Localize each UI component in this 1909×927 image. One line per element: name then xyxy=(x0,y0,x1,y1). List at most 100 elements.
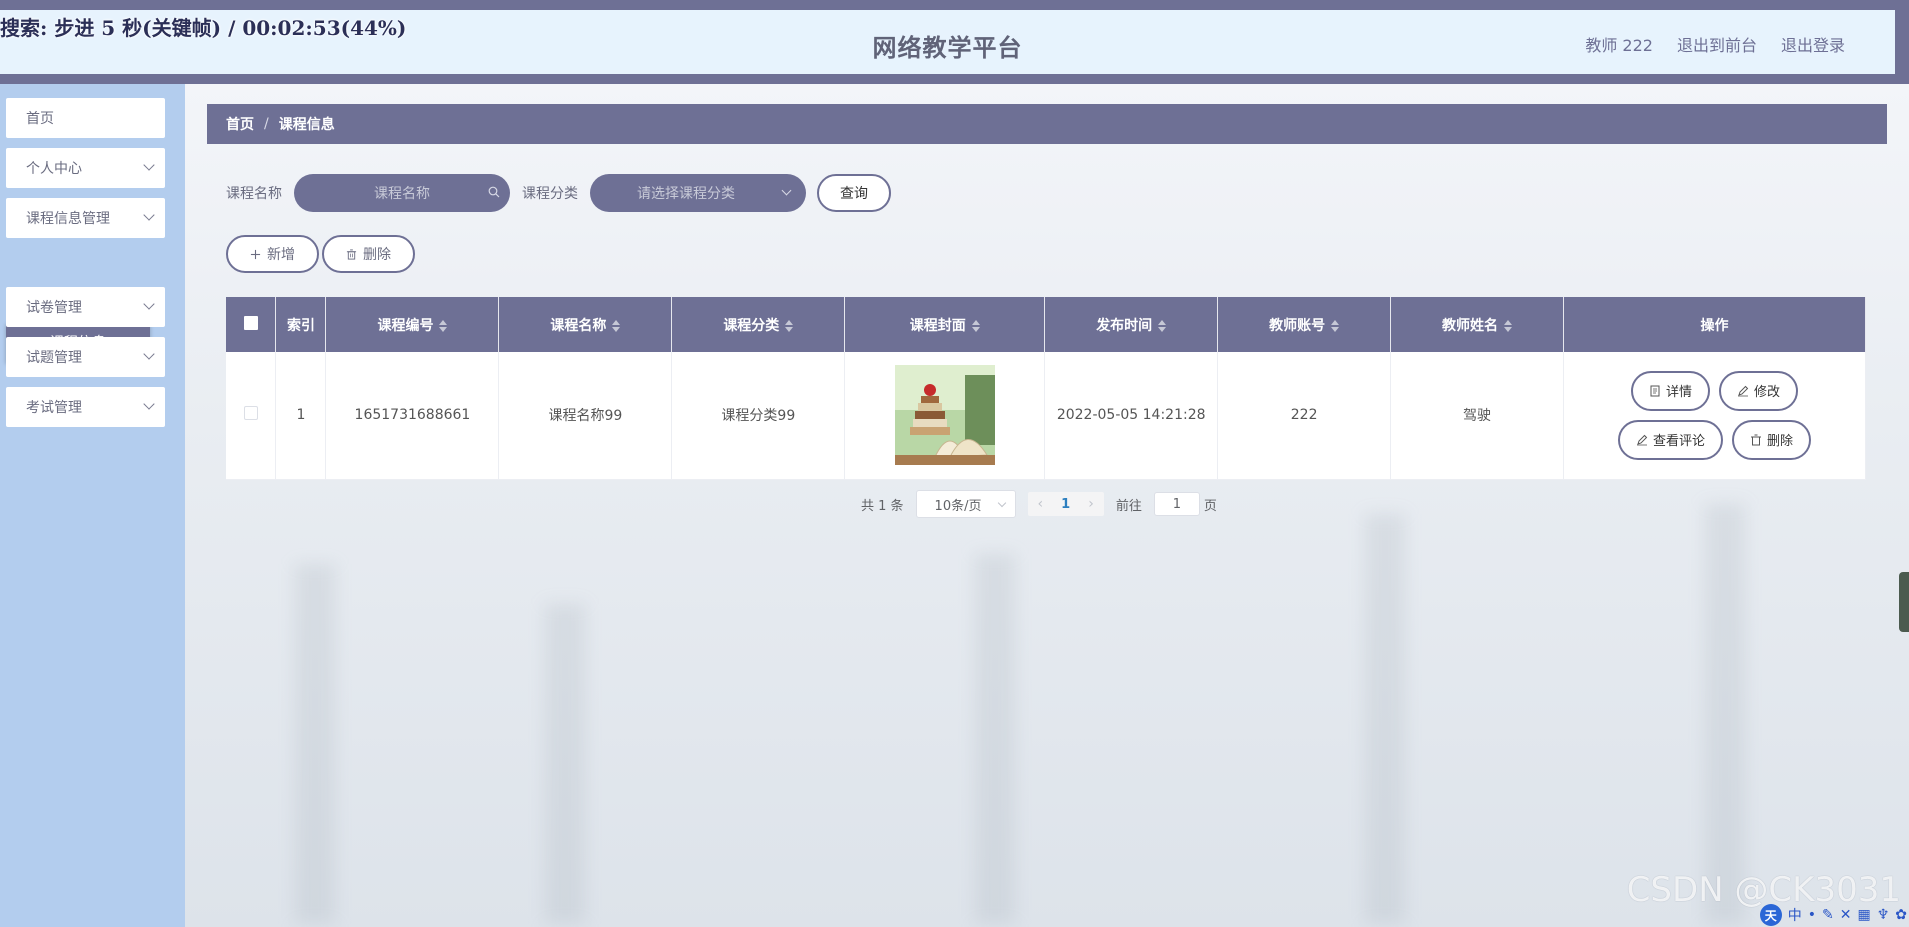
document-icon xyxy=(1650,385,1660,397)
course-name-placeholder: 课程名称 xyxy=(374,186,430,202)
header-actions: 教师 222 退出到前台 退出登录 xyxy=(1585,32,1845,56)
chevron-down-icon xyxy=(143,159,155,171)
select-all-header[interactable] xyxy=(226,297,277,352)
goto-page-input[interactable]: 1 xyxy=(1153,492,1200,516)
sidebar-item-questions[interactable]: 试题管理 xyxy=(6,337,165,377)
pagination: 共 1 条 10条/页 ‹ 1 › 前往 1 页 xyxy=(861,490,1217,518)
course-name-label: 课程名称 xyxy=(226,186,282,202)
col-category[interactable]: 课程分类 xyxy=(671,297,846,352)
goto-label: 前往 xyxy=(1115,498,1142,514)
col-publish-time[interactable]: 发布时间 xyxy=(1044,297,1219,352)
cell-operations: 详情 修改 查看评论 删除 xyxy=(1563,352,1866,480)
sidebar-item-label: 考试管理 xyxy=(26,400,82,416)
recording-caption: 搜索: 步进 5 秒(关键帧) / 00:02:53(44%) xyxy=(0,16,407,40)
cell-publish-time: 2022-05-05 14:21:28 xyxy=(1044,352,1219,480)
sidebar: 首页 个人中心 课程信息管理 课程信息 试卷管理 试题管理 考试管理 xyxy=(0,84,185,927)
sort-icon[interactable] xyxy=(1331,319,1340,332)
sidebar-item-course-management[interactable]: 课程信息管理 xyxy=(6,198,165,238)
cell-category: 课程分类99 xyxy=(671,352,846,480)
col-operations: 操作 xyxy=(1563,297,1866,352)
course-cover-image[interactable] xyxy=(894,365,995,466)
page-suffix: 页 xyxy=(1203,498,1217,514)
chevron-down-icon xyxy=(143,398,155,410)
pencil-icon xyxy=(1738,385,1749,397)
operation-row: 详情 修改 xyxy=(1630,370,1799,411)
page-navigator: ‹ 1 › xyxy=(1027,492,1104,516)
row-checkbox[interactable] xyxy=(243,406,258,421)
sidebar-item-label: 个人中心 xyxy=(26,161,82,177)
chevron-down-icon xyxy=(143,209,155,221)
ime-mode[interactable]: 中 xyxy=(1788,905,1802,925)
background-decoration xyxy=(545,604,585,924)
sidebar-item-label: 试卷管理 xyxy=(26,300,82,316)
sidebar-item-label: 首页 xyxy=(26,111,54,127)
col-course-code[interactable]: 课程编号 xyxy=(325,297,500,352)
operation-buttons: 详情 修改 查看评论 删除 xyxy=(1564,370,1865,460)
sidebar-item-exams[interactable]: 考试管理 xyxy=(6,387,165,427)
sort-icon[interactable] xyxy=(612,319,621,332)
row-delete-button[interactable]: 删除 xyxy=(1732,419,1812,460)
ime-logo-icon[interactable]: 天 xyxy=(1759,904,1782,926)
detail-button-label: 详情 xyxy=(1665,385,1692,401)
col-teacher-account[interactable]: 教师账号 xyxy=(1217,297,1392,352)
course-table: 索引 课程编号 课程名称 课程分类 课程封面 发布时间 教师账号 教师姓名 操作… xyxy=(226,297,1866,480)
col-cover[interactable]: 课程封面 xyxy=(844,297,1046,352)
sidebar-item-home[interactable]: 首页 xyxy=(6,98,165,138)
col-index: 索引 xyxy=(275,297,327,352)
batch-delete-button[interactable]: 删除 xyxy=(322,235,415,273)
back-to-front-link[interactable]: 退出到前台 xyxy=(1677,32,1757,56)
search-bar: 课程名称 课程名称 课程分类 请选择课程分类 查询 xyxy=(226,174,891,212)
chevron-down-icon xyxy=(997,498,1006,508)
plus-icon xyxy=(250,249,261,259)
col-course-name[interactable]: 课程名称 xyxy=(498,297,673,352)
course-category-select[interactable]: 请选择课程分类 xyxy=(590,174,806,212)
chevron-down-icon xyxy=(143,348,155,360)
pen-icon[interactable]: ✎ xyxy=(1822,907,1834,923)
sort-icon[interactable] xyxy=(971,319,980,332)
punctuation-icon[interactable]: • xyxy=(1808,907,1816,923)
table-header-row: 索引 课程编号 课程名称 课程分类 课程封面 发布时间 教师账号 教师姓名 操作 xyxy=(226,297,1866,352)
course-name-input[interactable]: 课程名称 xyxy=(294,174,510,212)
sidebar-item-label: 试题管理 xyxy=(26,350,82,366)
background-decoration xyxy=(295,564,335,924)
sort-icon[interactable] xyxy=(1158,319,1167,332)
settings-icon[interactable]: ✿ xyxy=(1895,907,1907,923)
page-size-value: 10条/页 xyxy=(934,498,982,514)
sidebar-item-label: 课程信息管理 xyxy=(26,211,110,227)
logout-link[interactable]: 退出登录 xyxy=(1781,32,1845,56)
sort-icon[interactable] xyxy=(439,319,448,332)
table-row: 1 1651731688661 课程名称99 课程分类99 2022-05-05… xyxy=(226,352,1866,480)
sidebar-item-personal-center[interactable]: 个人中心 xyxy=(6,148,165,188)
edit-button[interactable]: 修改 xyxy=(1719,370,1799,411)
breadcrumb-home[interactable]: 首页 xyxy=(226,114,254,134)
scroll-handle[interactable] xyxy=(1899,572,1909,632)
sort-icon[interactable] xyxy=(785,319,794,332)
sidebar-item-exam-paper[interactable]: 试卷管理 xyxy=(6,287,165,327)
col-teacher-name[interactable]: 教师姓名 xyxy=(1390,297,1564,352)
query-button-label: 查询 xyxy=(840,186,868,202)
row-delete-label: 删除 xyxy=(1767,434,1794,450)
tools-icon[interactable]: ✕ xyxy=(1840,907,1852,923)
view-comments-button[interactable]: 查看评论 xyxy=(1617,419,1723,460)
pagination-total: 共 1 条 xyxy=(861,498,904,514)
sort-icon[interactable] xyxy=(1504,319,1513,332)
detail-button[interactable]: 详情 xyxy=(1630,370,1710,411)
shirt-icon[interactable]: ♆ xyxy=(1877,907,1890,923)
operation-row: 查看评论 删除 xyxy=(1617,419,1812,460)
select-all-checkbox[interactable] xyxy=(243,315,258,330)
books-illustration xyxy=(894,365,995,466)
system-tray: 天 中 • ✎ ✕ ▦ ♆ ✿ xyxy=(1759,904,1907,926)
chevron-down-icon xyxy=(143,298,155,310)
trash-icon xyxy=(346,248,357,260)
prev-page-button[interactable]: ‹ xyxy=(1038,496,1044,512)
current-page[interactable]: 1 xyxy=(1061,497,1070,512)
row-select-cell xyxy=(226,352,277,480)
keyboard-icon[interactable]: ▦ xyxy=(1857,907,1870,923)
course-category-label: 课程分类 xyxy=(522,186,578,202)
background-decoration xyxy=(975,554,1015,924)
query-button[interactable]: 查询 xyxy=(817,174,891,212)
add-button[interactable]: 新增 xyxy=(226,235,319,273)
page-size-select[interactable]: 10条/页 xyxy=(915,490,1016,518)
cell-teacher-name: 驾驶 xyxy=(1390,352,1564,480)
next-page-button[interactable]: › xyxy=(1088,496,1094,512)
